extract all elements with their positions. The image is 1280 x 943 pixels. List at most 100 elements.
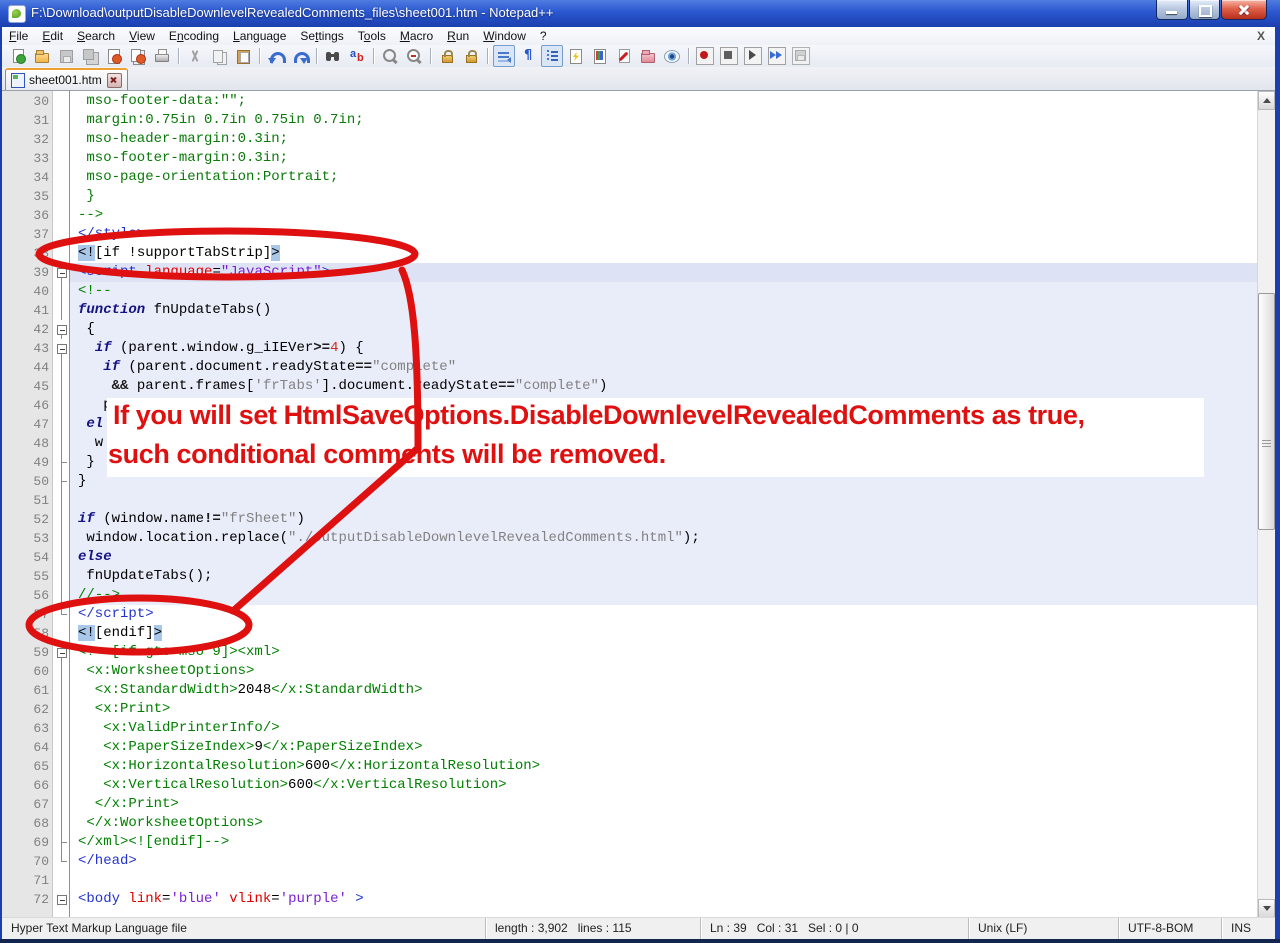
redo-button[interactable] (289, 45, 311, 67)
code-line-65[interactable]: 65 <x:HorizontalResolution>600</x:Horizo… (2, 757, 1258, 776)
code-line-64[interactable]: 64 <x:PaperSizeIndex>9</x:PaperSizeIndex… (2, 738, 1258, 757)
code-line-57[interactable]: 57</script> (2, 605, 1258, 624)
code-line-52[interactable]: 52if (window.name!="frSheet") (2, 510, 1258, 529)
project-panel-button[interactable] (637, 45, 659, 67)
show-all-characters-button[interactable] (517, 45, 539, 67)
close-button[interactable] (1221, 0, 1267, 20)
scroll-down-arrow[interactable] (1258, 899, 1275, 918)
playback-macro-button[interactable] (742, 45, 764, 67)
code-line-66[interactable]: 66 <x:VerticalResolution>600</x:Vertical… (2, 776, 1258, 795)
word-wrap-button[interactable] (493, 45, 515, 67)
status-eol-format[interactable]: Unix (LF) (968, 918, 1118, 939)
zoom-out-button[interactable] (403, 45, 425, 67)
sync-vertical-scroll-button[interactable] (436, 45, 458, 67)
titlebar[interactable]: F:\Download\outputDisableDownlevelReveal… (0, 0, 1280, 27)
menu-settings[interactable]: Settings (293, 27, 350, 45)
scrollbar-thumb[interactable] (1258, 293, 1275, 530)
menu-help[interactable]: ? (533, 27, 554, 45)
code-line-72[interactable]: 72<body link='blue' vlink='purple' > (2, 890, 1258, 909)
code-line-45[interactable]: 45 && parent.frames['frTabs'].document.r… (2, 377, 1258, 396)
fold-collapse-icon[interactable] (53, 890, 70, 909)
undo-button[interactable] (265, 45, 287, 67)
menu-window[interactable]: Window (476, 27, 533, 45)
close-file-button[interactable] (103, 45, 125, 67)
replace-button[interactable] (346, 45, 368, 67)
fold-collapse-icon[interactable] (53, 263, 70, 282)
tab-sheet001[interactable]: sheet001.htm (5, 68, 128, 90)
code-line-70[interactable]: 70</head> (2, 852, 1258, 871)
code-line-60[interactable]: 60 <x:WorksheetOptions> (2, 662, 1258, 681)
menu-file[interactable]: File (2, 27, 35, 45)
sync-horizontal-scroll-button[interactable] (460, 45, 482, 67)
code-line-39[interactable]: 39<script language="JavaScript"> (2, 263, 1258, 282)
code-line-34[interactable]: 34 mso-page-orientation:Portrait; (2, 168, 1258, 187)
print-button[interactable] (151, 45, 173, 67)
code-line-69[interactable]: 69</xml><![endif]--> (2, 833, 1258, 852)
fold-collapse-icon[interactable] (53, 643, 70, 662)
code-line-67[interactable]: 67 </x:Print> (2, 795, 1258, 814)
menu-encoding[interactable]: Encoding (162, 27, 226, 45)
code-line-40[interactable]: 40<!-- (2, 282, 1258, 301)
code-line-58[interactable]: 58<![endif]> (2, 624, 1258, 643)
close-all-files-button[interactable] (127, 45, 149, 67)
cut-button[interactable] (184, 45, 206, 67)
code-line-55[interactable]: 55 fnUpdateTabs(); (2, 567, 1258, 586)
code-line-36[interactable]: 36--> (2, 206, 1258, 225)
code-line-37[interactable]: 37</style> (2, 225, 1258, 244)
document-monitor-button[interactable] (613, 45, 635, 67)
scroll-up-arrow[interactable] (1258, 91, 1275, 110)
fold-collapse-icon[interactable] (53, 339, 70, 358)
code-line-38[interactable]: 38<![if !supportTabStrip]> (2, 244, 1258, 263)
code-line-31[interactable]: 31 margin:0.75in 0.7in 0.75in 0.7in; (2, 111, 1258, 130)
menu-view[interactable]: View (122, 27, 162, 45)
code-line-35[interactable]: 35 } (2, 187, 1258, 206)
code-line-61[interactable]: 61 <x:StandardWidth>2048</x:StandardWidt… (2, 681, 1258, 700)
save-file-button[interactable] (55, 45, 77, 67)
restore-button[interactable] (1189, 0, 1220, 20)
code-line-41[interactable]: 41function fnUpdateTabs() (2, 301, 1258, 320)
stop-macro-recording-button[interactable] (718, 45, 740, 67)
code-line-30[interactable]: 30 mso-footer-data:""; (2, 92, 1258, 111)
code-line-68[interactable]: 68 </x:WorksheetOptions> (2, 814, 1258, 833)
status-insert-mode[interactable]: INS (1221, 918, 1275, 939)
code-line-44[interactable]: 44 if (parent.document.readyState=="comp… (2, 358, 1258, 377)
code-line-32[interactable]: 32 mso-header-margin:0.3in; (2, 130, 1258, 149)
paste-button[interactable] (232, 45, 254, 67)
view-current-file-button[interactable] (661, 45, 683, 67)
code-line-63[interactable]: 63 <x:ValidPrinterInfo/> (2, 719, 1258, 738)
code-line-56[interactable]: 56//--> (2, 586, 1258, 605)
tab-close-icon[interactable] (107, 73, 122, 88)
code-line-62[interactable]: 62 <x:Print> (2, 700, 1258, 719)
code-line-42[interactable]: 42 { (2, 320, 1258, 339)
menu-tools[interactable]: Tools (351, 27, 393, 45)
save-all-button[interactable] (79, 45, 101, 67)
document-map-button[interactable] (589, 45, 611, 67)
save-recorded-macro-button[interactable] (790, 45, 812, 67)
new-file-button[interactable] (7, 45, 29, 67)
editor[interactable]: 30 mso-footer-data:"";31 margin:0.75in 0… (2, 91, 1258, 918)
code-line-53[interactable]: 53 window.location.replace("./outputDisa… (2, 529, 1258, 548)
code-line-59[interactable]: 59<!--[if gte mso 9]><xml> (2, 643, 1258, 662)
show-indent-guide-button[interactable] (541, 45, 563, 67)
open-file-button[interactable] (31, 45, 53, 67)
copy-button[interactable] (208, 45, 230, 67)
menu-edit[interactable]: Edit (35, 27, 70, 45)
run-macro-multiple-times-button[interactable] (766, 45, 788, 67)
zoom-in-button[interactable] (379, 45, 401, 67)
code-line-43[interactable]: 43 if (parent.window.g_iIEVer>=4) { (2, 339, 1258, 358)
function-list-button[interactable] (565, 45, 587, 67)
status-encoding[interactable]: UTF-8-BOM (1118, 918, 1221, 939)
menu-search[interactable]: Search (70, 27, 122, 45)
vertical-scrollbar[interactable] (1257, 91, 1275, 918)
menu-run[interactable]: Run (440, 27, 476, 45)
start-macro-recording-button[interactable] (694, 45, 716, 67)
code-line-71[interactable]: 71 (2, 871, 1258, 890)
menu-macro[interactable]: Macro (393, 27, 440, 45)
code-line-33[interactable]: 33 mso-footer-margin:0.3in; (2, 149, 1258, 168)
code-line-54[interactable]: 54else (2, 548, 1258, 567)
fold-collapse-icon[interactable] (53, 320, 70, 339)
code-line-51[interactable]: 51 (2, 491, 1258, 510)
menu-language[interactable]: Language (226, 27, 293, 45)
minimize-button[interactable] (1156, 0, 1188, 20)
menubar-close-doc-x[interactable]: X (1253, 28, 1269, 44)
